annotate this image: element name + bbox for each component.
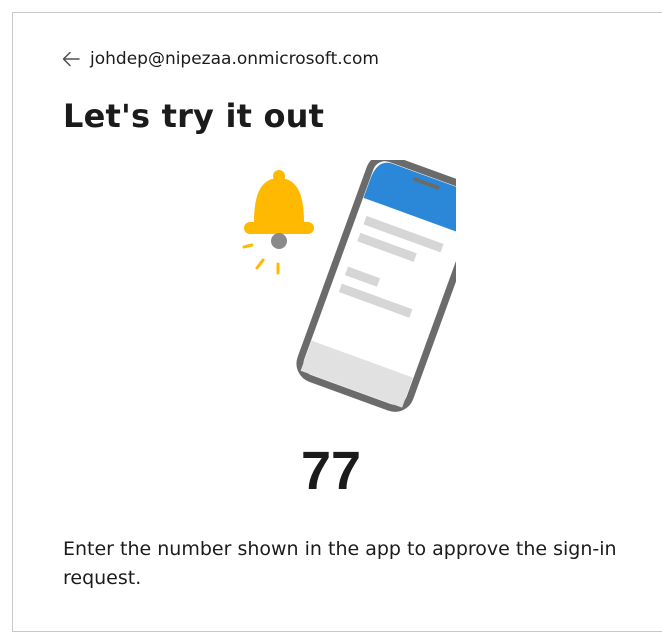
phone-icon (296, 154, 484, 412)
number-match-code: 77 (300, 441, 362, 501)
arrow-left-icon[interactable] (62, 51, 80, 67)
account-email: johdep@nipezaa.onmicrosoft.com (90, 49, 379, 69)
page-title: Let's try it out (63, 97, 325, 135)
notification-bell-icon (242, 170, 314, 275)
phone-notification-illustration (236, 154, 484, 420)
instructions-text: Enter the number shown in the app to app… (63, 538, 617, 589)
back-button[interactable]: johdep@nipezaa.onmicrosoft.com (62, 47, 379, 71)
